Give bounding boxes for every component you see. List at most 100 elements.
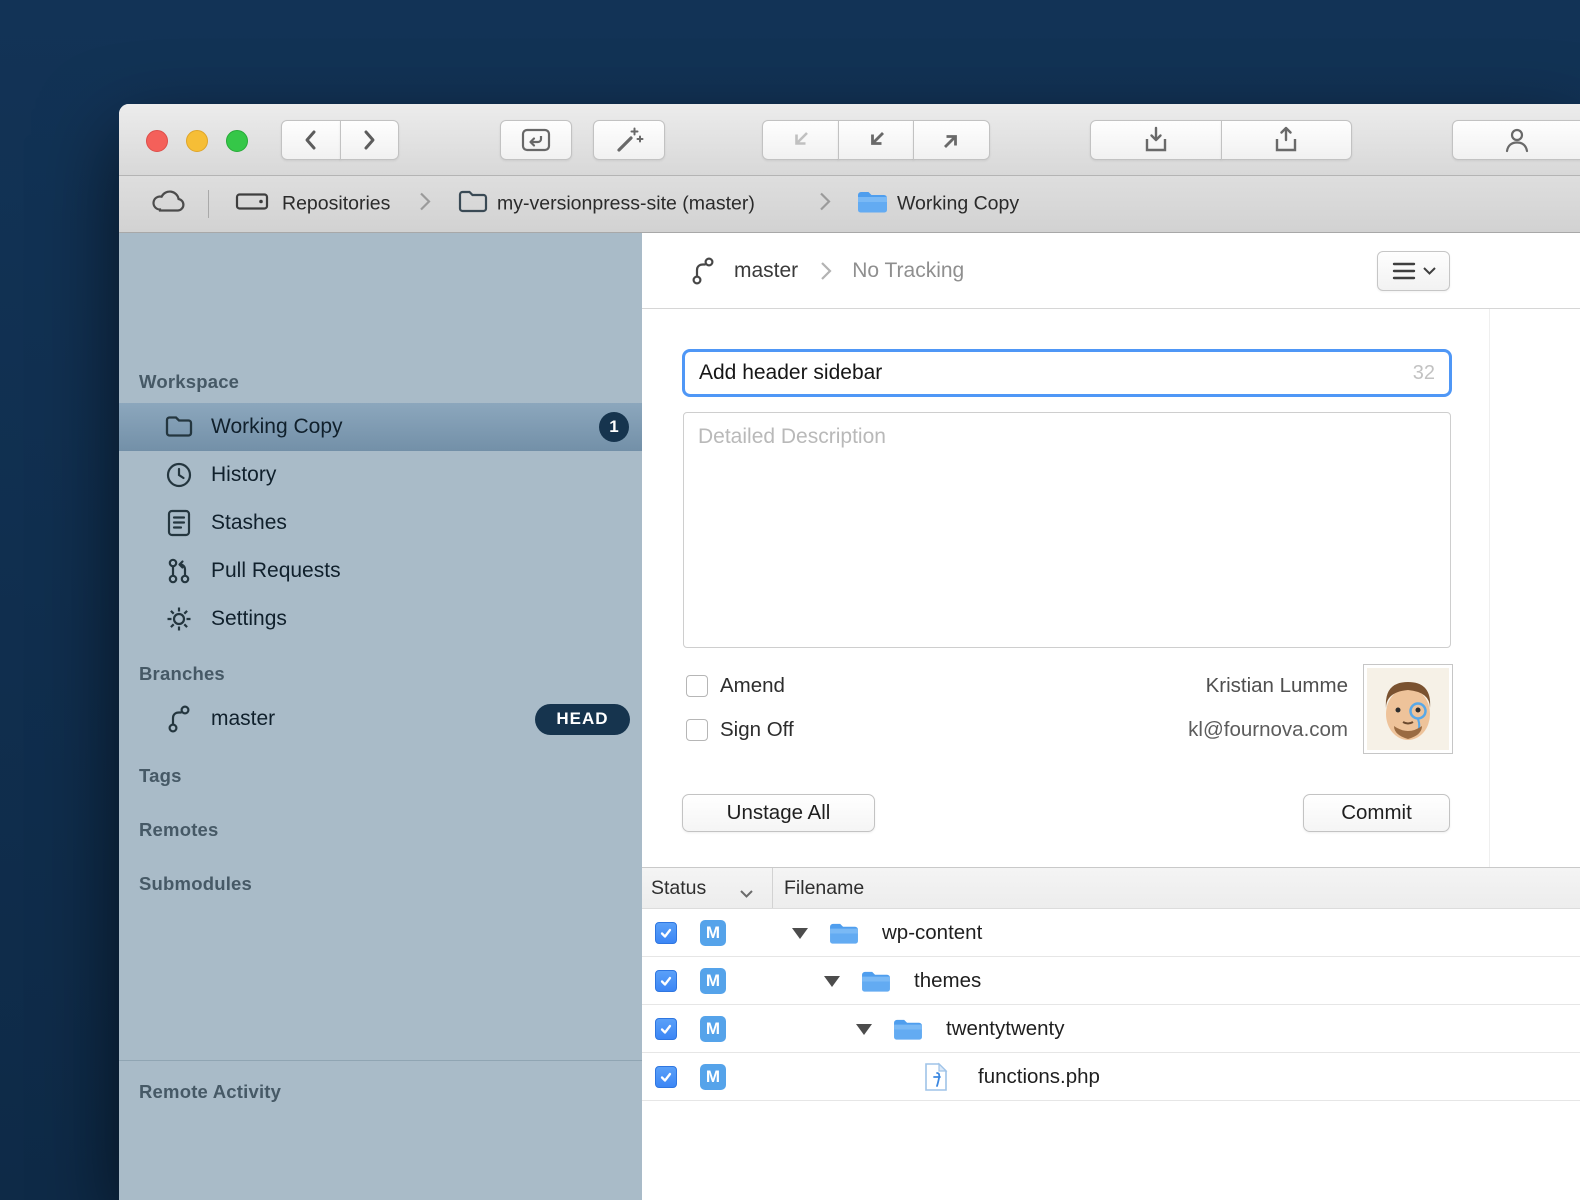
sidebar-item-stashes[interactable]: Stashes — [119, 499, 642, 547]
branch-icon — [690, 256, 716, 286]
chevron-right-icon — [359, 128, 379, 152]
apply-stash-button[interactable] — [1221, 120, 1353, 160]
zoom-button[interactable] — [226, 130, 248, 152]
sidebar-item-label: Pull Requests — [211, 559, 341, 583]
breadcrumb-working-copy[interactable]: Working Copy — [897, 193, 1019, 216]
commit-message-input[interactable] — [685, 361, 1413, 385]
stage-checkbox[interactable] — [655, 970, 677, 992]
pull-button[interactable] — [762, 120, 839, 160]
sidebar-item-label: Settings — [211, 607, 287, 631]
profile-button[interactable] — [1452, 120, 1580, 160]
drive-icon — [235, 190, 269, 219]
filename-column-header[interactable]: Filename — [784, 868, 864, 908]
stage-checkbox[interactable] — [655, 1018, 677, 1040]
back-button[interactable] — [281, 120, 341, 160]
breadcrumb-divider — [208, 190, 209, 218]
breadcrumb-repositories[interactable]: Repositories — [282, 193, 390, 216]
sidebar-item-label: Stashes — [211, 511, 287, 535]
file-row[interactable]: M twentytwenty — [642, 1005, 1580, 1053]
stage-checkbox[interactable] — [655, 1066, 677, 1088]
sign-off-checkbox[interactable] — [686, 719, 708, 741]
cloud-icon[interactable] — [150, 189, 188, 220]
view-options-button[interactable] — [1377, 251, 1450, 291]
commit-message-field: 32 — [682, 349, 1452, 397]
filename-label: wp-content — [882, 909, 982, 957]
sidebar-section-workspace: Workspace — [139, 371, 239, 393]
sidebar-section-branches: Branches — [139, 663, 225, 685]
file-table-header: Status Filename — [642, 867, 1580, 909]
tracking-status[interactable]: No Tracking — [852, 259, 964, 283]
chevron-down-icon[interactable] — [740, 885, 753, 903]
arrow-down-left-icon — [785, 125, 815, 155]
sidebar-item-pull-requests[interactable]: Pull Requests — [119, 547, 642, 595]
breadcrumb-repo[interactable]: my-versionpress-site (master) — [497, 193, 755, 216]
status-column-header[interactable]: Status — [651, 868, 706, 908]
working-copy-view-button[interactable] — [500, 120, 572, 160]
sidebar-item-label: History — [211, 463, 276, 487]
status-badge: M — [700, 920, 726, 946]
sidebar-item-settings[interactable]: Settings — [119, 595, 642, 643]
sidebar-item-branch-master[interactable]: master HEAD — [119, 695, 642, 743]
author-name: Kristian Lumme — [1206, 674, 1348, 698]
sidebar-item-history[interactable]: History — [119, 451, 642, 499]
title-bar — [119, 104, 1580, 176]
folder-icon — [860, 968, 892, 994]
file-row[interactable]: M functions.php — [642, 1053, 1580, 1101]
gear-icon — [163, 604, 195, 634]
column-separator — [772, 868, 773, 908]
sidebar-section-tags: Tags — [139, 765, 182, 787]
sidebar-divider — [119, 1060, 642, 1061]
sidebar-section-remotes: Remotes — [139, 819, 219, 841]
filename-label: themes — [914, 957, 981, 1005]
file-table-body: M wp-content M themes M — [642, 909, 1580, 1200]
sign-off-option: Sign Off — [686, 718, 794, 742]
folder-icon — [457, 189, 489, 220]
stash-up-icon — [1271, 125, 1301, 155]
file-row[interactable]: M themes — [642, 957, 1580, 1005]
arrow-down-left-bold-icon — [861, 125, 891, 155]
commit-box-icon — [520, 126, 552, 154]
author-email: kl@fournova.com — [1188, 718, 1348, 742]
sidebar-item-working-copy[interactable]: Working Copy 1 — [119, 403, 642, 451]
minimize-button[interactable] — [186, 130, 208, 152]
folder-icon — [892, 1016, 924, 1042]
chevron-down-icon — [1423, 267, 1436, 275]
merge-button[interactable] — [838, 120, 915, 160]
unstage-all-button[interactable]: Unstage All — [682, 794, 875, 832]
breadcrumb: Repositories my-versionpress-site (maste… — [119, 176, 1580, 233]
history-nav-group — [281, 120, 399, 160]
status-badge: M — [700, 1064, 726, 1090]
branch-bar: master No Tracking — [642, 233, 1580, 309]
stash-button[interactable] — [1090, 120, 1222, 160]
head-badge: HEAD — [535, 704, 630, 735]
quick-actions-button[interactable] — [593, 120, 665, 160]
disclosure-triangle-icon[interactable] — [856, 1024, 872, 1035]
author-avatar[interactable] — [1363, 664, 1453, 754]
disclosure-triangle-icon[interactable] — [824, 976, 840, 987]
sidebar-item-label: Working Copy — [211, 415, 343, 439]
pull-request-icon — [163, 556, 195, 586]
amend-checkbox[interactable] — [686, 675, 708, 697]
file-row[interactable]: M wp-content — [642, 909, 1580, 957]
push-button[interactable] — [913, 120, 990, 160]
count-badge: 1 — [599, 412, 629, 442]
chevron-right-icon — [819, 192, 831, 217]
chevron-left-icon — [301, 128, 321, 152]
close-button[interactable] — [146, 130, 168, 152]
forward-button[interactable] — [340, 120, 400, 160]
magic-wand-icon — [614, 125, 644, 155]
folder-icon — [828, 920, 860, 946]
branch-icon — [163, 704, 195, 734]
filename-label: functions.php — [978, 1053, 1100, 1101]
main-pane: master No Tracking 32 Amend Sign Off Kri… — [642, 233, 1580, 1200]
clock-icon — [163, 460, 195, 490]
stash-down-icon — [1141, 125, 1171, 155]
sidebar-item-label: master — [211, 707, 275, 731]
current-branch-label[interactable]: master — [734, 259, 798, 283]
disclosure-triangle-icon[interactable] — [792, 928, 808, 939]
sidebar: Workspace Working Copy 1 History Stashes — [119, 233, 642, 1200]
stage-checkbox[interactable] — [655, 922, 677, 944]
commit-button[interactable]: Commit — [1303, 794, 1450, 832]
pane-divider — [1489, 309, 1490, 867]
description-textarea[interactable] — [683, 412, 1451, 648]
